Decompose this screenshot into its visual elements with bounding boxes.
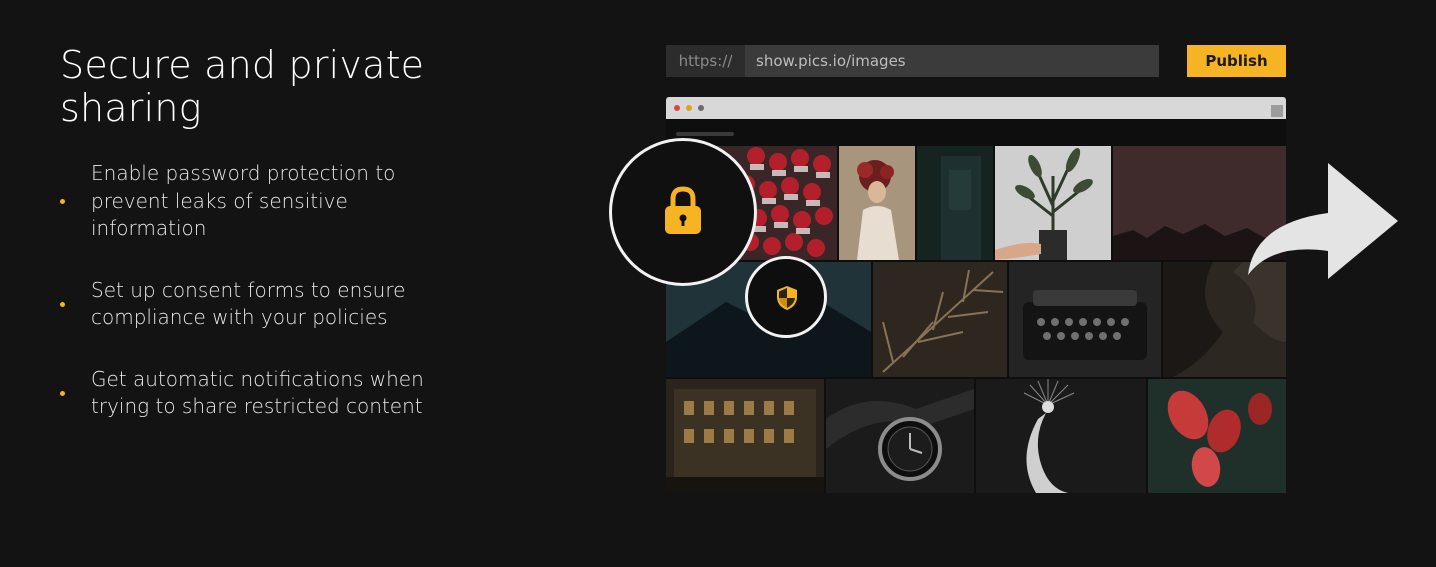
- typewriter-image: [1009, 262, 1161, 377]
- shield-icon: [777, 286, 797, 310]
- lock-icon: [665, 186, 701, 234]
- browser-titlebar: [666, 97, 1286, 119]
- lock-badge: [609, 138, 757, 286]
- watch-image: [826, 379, 974, 493]
- feature-text: Set up consent forms to ensure complianc…: [91, 277, 406, 330]
- woman-flowers-image: [839, 146, 915, 260]
- publish-button[interactable]: Publish: [1187, 45, 1286, 77]
- headline: Secure and private sharing: [60, 43, 425, 130]
- maximize-dot-icon: [698, 105, 704, 111]
- url-input[interactable]: show.pics.io/images: [745, 45, 1159, 77]
- feature-item: Enable password protection to prevent le…: [60, 160, 460, 243]
- feature-text: Enable password protection to prevent le…: [91, 161, 396, 240]
- close-dot-icon: [674, 105, 680, 111]
- dark-teal-image: [917, 146, 993, 260]
- feature-item: Set up consent forms to ensure complianc…: [60, 277, 460, 332]
- plant-hand-image: [995, 146, 1111, 260]
- red-flowers-image: [1148, 379, 1286, 493]
- dried-leaves-image: [873, 262, 1007, 377]
- url-bar[interactable]: https:// show.pics.io/images: [666, 45, 1159, 77]
- feature-item: Get automatic notifications when trying …: [60, 366, 460, 421]
- bullet-dot-icon: [60, 302, 65, 307]
- bird-image: [976, 379, 1146, 493]
- building-night-image: [666, 379, 824, 493]
- window-control-icon: [1271, 105, 1283, 117]
- url-prefix: https://: [666, 45, 745, 77]
- shield-badge: [745, 256, 827, 338]
- nav-placeholder: [676, 132, 734, 136]
- bullet-dot-icon: [60, 199, 65, 205]
- feature-text: Get automatic notifications when trying …: [91, 366, 424, 419]
- minimize-dot-icon: [686, 105, 692, 111]
- bullet-dot-icon: [60, 391, 65, 396]
- share-arrow-icon: [1248, 163, 1398, 279]
- feature-list: Enable password protection to prevent le…: [60, 160, 460, 421]
